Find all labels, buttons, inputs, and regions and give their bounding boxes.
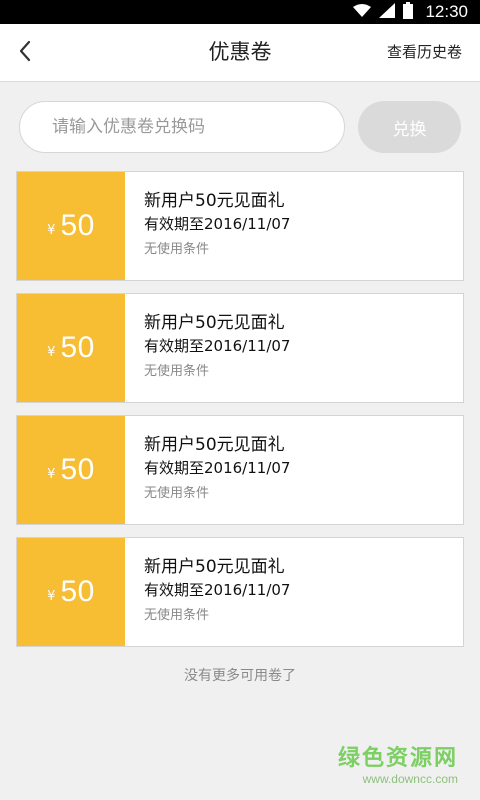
currency-symbol: ¥ xyxy=(47,466,56,482)
currency-symbol: ¥ xyxy=(47,222,56,238)
coupon-expiry: 有效期至2016/11/07 xyxy=(144,337,291,355)
coupon-list: ¥ 50 新用户50元见面礼 有效期至2016/11/07 无使用条件 ¥ 50… xyxy=(16,171,464,659)
coupon-title: 新用户50元见面礼 xyxy=(144,191,285,211)
watermark-name: 绿色资源网 xyxy=(337,746,458,771)
currency-symbol: ¥ xyxy=(47,588,56,604)
status-bar: 12:30 xyxy=(0,0,480,24)
coupon-card[interactable]: ¥ 50 新用户50元见面礼 有效期至2016/11/07 无使用条件 xyxy=(16,171,464,281)
coupon-amount-block: ¥ 50 xyxy=(17,416,125,524)
coupon-amount-block: ¥ 50 xyxy=(17,538,125,646)
coupon-amount: 50 xyxy=(60,331,95,364)
coupon-amount: 50 xyxy=(60,209,95,242)
coupon-card[interactable]: ¥ 50 新用户50元见面礼 有效期至2016/11/07 无使用条件 xyxy=(16,293,464,403)
coupon-condition: 无使用条件 xyxy=(144,364,210,379)
signal-icon xyxy=(379,2,396,22)
wifi-icon xyxy=(353,3,372,22)
coupon-expiry: 有效期至2016/11/07 xyxy=(144,459,291,477)
coupon-card[interactable]: ¥ 50 新用户50元见面礼 有效期至2016/11/07 无使用条件 xyxy=(16,415,464,525)
view-history-link[interactable]: 查看历史卷 xyxy=(387,24,462,81)
redeem-row: 兑换 xyxy=(19,101,461,153)
no-more-coupons-text: 没有更多可用卷了 xyxy=(184,668,296,684)
coupon-info: 新用户50元见面礼 有效期至2016/11/07 无使用条件 xyxy=(125,294,290,402)
coupon-condition: 无使用条件 xyxy=(144,608,210,623)
coupon-condition: 无使用条件 xyxy=(144,486,210,501)
coupon-title: 新用户50元见面礼 xyxy=(144,435,285,455)
coupon-info: 新用户50元见面礼 有效期至2016/11/07 无使用条件 xyxy=(125,538,290,646)
coupon-card[interactable]: ¥ 50 新用户50元见面礼 有效期至2016/11/07 无使用条件 xyxy=(16,537,464,647)
battery-icon xyxy=(403,1,414,23)
coupon-code-input[interactable] xyxy=(19,101,345,153)
coupon-amount: 50 xyxy=(60,453,95,486)
app-header: 优惠卷 查看历史卷 xyxy=(0,24,480,82)
redeem-button[interactable]: 兑换 xyxy=(358,101,461,153)
coupon-amount-block: ¥ 50 xyxy=(17,294,125,402)
coupon-expiry: 有效期至2016/11/07 xyxy=(144,581,291,599)
status-icons: 12:30 xyxy=(353,0,468,24)
coupon-expiry: 有效期至2016/11/07 xyxy=(144,215,291,233)
currency-symbol: ¥ xyxy=(47,344,56,360)
watermark-logo: 绿色资源网 www.downcc.com xyxy=(338,746,458,786)
coupon-condition: 无使用条件 xyxy=(144,242,210,257)
coupon-amount-block: ¥ 50 xyxy=(17,172,125,280)
coupon-title: 新用户50元见面礼 xyxy=(144,557,285,577)
coupon-info: 新用户50元见面礼 有效期至2016/11/07 无使用条件 xyxy=(125,172,290,280)
coupon-amount: 50 xyxy=(60,575,95,608)
coupon-info: 新用户50元见面礼 有效期至2016/11/07 无使用条件 xyxy=(125,416,290,524)
watermark-url: www.downcc.com xyxy=(362,772,458,786)
status-time: 12:30 xyxy=(425,2,468,21)
coupon-title: 新用户50元见面礼 xyxy=(144,313,285,333)
